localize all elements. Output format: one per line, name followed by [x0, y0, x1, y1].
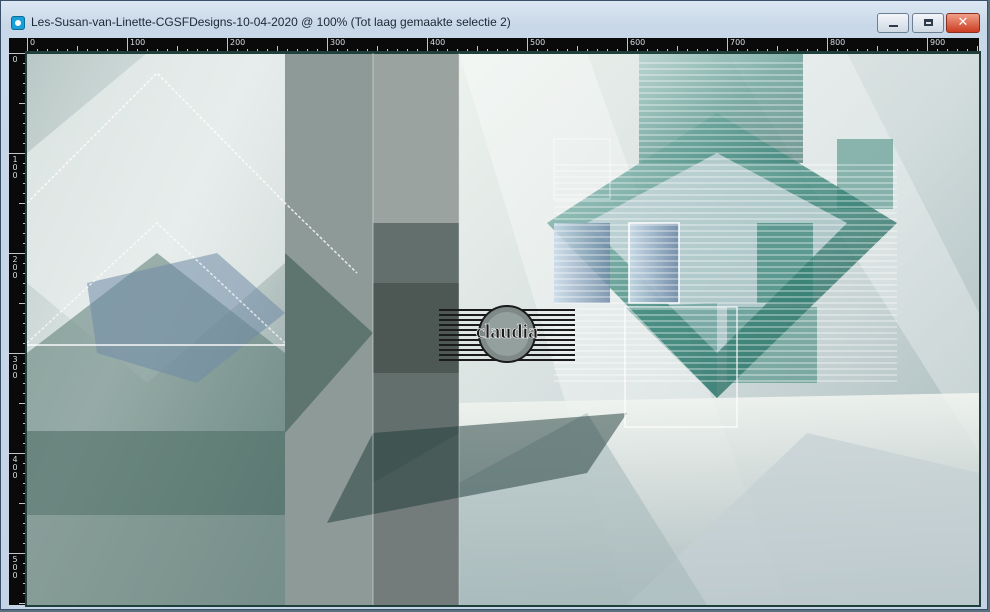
ruler-tick — [927, 38, 928, 53]
ruler-tick — [677, 46, 678, 53]
image-canvas[interactable]: claudia — [27, 53, 979, 605]
ruler-label: 900 — [930, 38, 946, 47]
ruler-tick — [9, 453, 27, 454]
ruler-tick — [327, 38, 328, 53]
ruler-tick — [9, 553, 27, 554]
ruler-tick — [427, 38, 428, 53]
ruler-label: 600 — [630, 38, 646, 47]
ruler-label: 100 — [12, 155, 18, 180]
ruler-tick — [227, 38, 228, 53]
ruler-tick — [27, 38, 28, 53]
ruler-tick — [9, 53, 27, 54]
ruler-corner — [9, 38, 27, 53]
ruler-tick — [827, 38, 828, 53]
ruler-tick — [627, 38, 628, 53]
close-button[interactable]: ✕ — [946, 13, 980, 33]
ruler-tick — [877, 46, 878, 53]
ruler-tick — [727, 38, 728, 53]
ruler-label: 800 — [830, 38, 846, 47]
ruler-label: 200 — [230, 38, 246, 47]
ruler-tick — [9, 253, 27, 254]
maximize-button[interactable] — [912, 13, 944, 33]
minimize-button[interactable] — [877, 13, 909, 33]
claudia-watermark: claudia — [439, 303, 575, 365]
ruler-tick — [9, 353, 27, 354]
ruler-label: 400 — [12, 455, 18, 480]
ruler-tick — [177, 46, 178, 53]
close-icon: ✕ — [957, 15, 969, 30]
ruler-label: 0 — [12, 55, 18, 64]
ruler-tick — [77, 46, 78, 53]
ruler-tick — [777, 46, 778, 53]
minimize-icon — [889, 25, 898, 27]
ruler-tick — [577, 46, 578, 53]
restore-icon — [924, 19, 933, 26]
watermark-text: claudia — [476, 321, 538, 343]
ruler-tick — [477, 46, 478, 53]
ruler-label: 200 — [12, 255, 18, 280]
ruler-tick — [19, 503, 27, 504]
ruler-label: 500 — [530, 38, 546, 47]
ruler-label: 300 — [330, 38, 346, 47]
horizontal-ruler: 0 100 200 300 400 500 600 700 800 900 — [27, 38, 979, 53]
ruler-tick — [19, 103, 27, 104]
vertical-ruler: 0 100 200 300 400 500 — [9, 53, 27, 605]
ruler-tick — [377, 46, 378, 53]
ruler-label: 400 — [430, 38, 446, 47]
ruler-tick — [19, 203, 27, 204]
ruler-label: 700 — [730, 38, 746, 47]
ruler-tick — [977, 46, 978, 53]
ruler-label: 500 — [12, 555, 18, 580]
ruler-tick — [19, 303, 27, 304]
ruler-tick — [19, 403, 27, 404]
ruler-tick — [527, 38, 528, 53]
ruler-tick — [277, 46, 278, 53]
ruler-label: 300 — [12, 355, 18, 380]
app-icon — [11, 16, 25, 30]
image-window: Les-Susan-van-Linette-CGSFDesigns-10-04-… — [0, 0, 988, 610]
window-title: Les-Susan-van-Linette-CGSFDesigns-10-04-… — [31, 15, 511, 29]
ruler-label: 100 — [130, 38, 146, 47]
ruler-tick — [127, 38, 128, 53]
ruler-tick — [9, 153, 27, 154]
ruler-tick — [19, 603, 27, 604]
ruler-label: 0 — [30, 38, 36, 47]
title-bar[interactable]: Les-Susan-van-Linette-CGSFDesigns-10-04-… — [1, 1, 987, 37]
